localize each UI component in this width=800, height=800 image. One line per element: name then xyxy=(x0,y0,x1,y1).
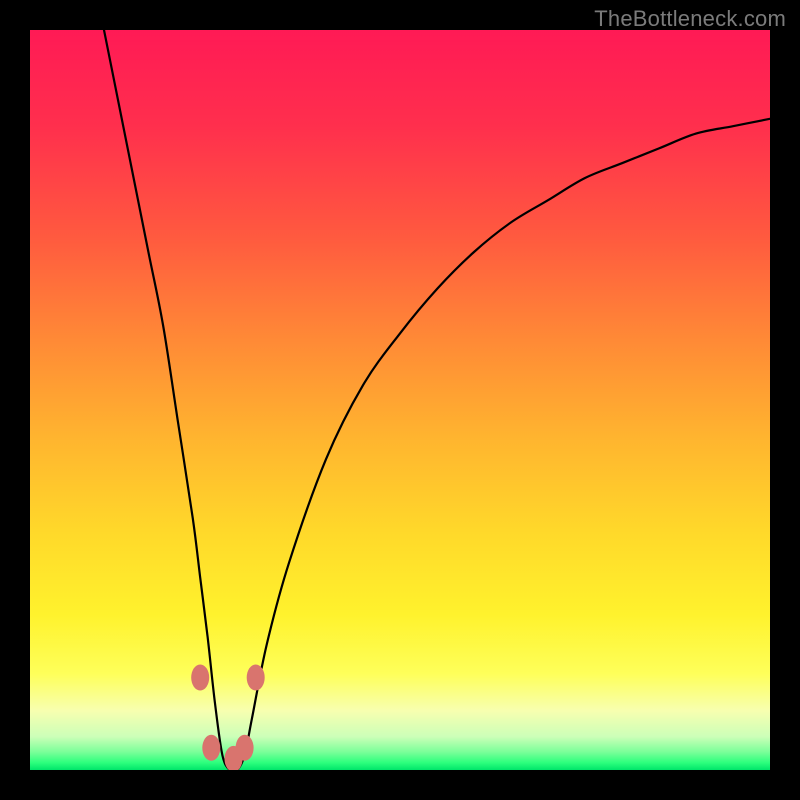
plot-area xyxy=(30,30,770,770)
curve-markers xyxy=(191,665,265,771)
curve-layer xyxy=(30,30,770,770)
chart-frame: TheBottleneck.com xyxy=(0,0,800,800)
watermark-text: TheBottleneck.com xyxy=(594,6,786,32)
bottleneck-curve xyxy=(104,30,770,770)
curve-marker xyxy=(236,735,254,761)
curve-marker xyxy=(247,665,265,691)
curve-marker xyxy=(202,735,220,761)
curve-marker xyxy=(191,665,209,691)
